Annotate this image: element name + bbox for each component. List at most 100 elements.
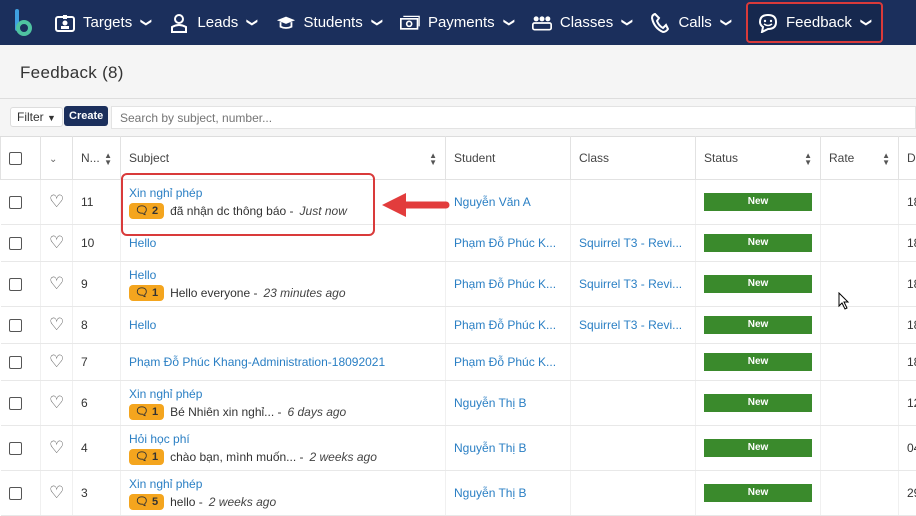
sort-icon: ▲▼ xyxy=(882,152,890,166)
row-checkbox[interactable] xyxy=(9,397,22,410)
col-class[interactable]: Class xyxy=(571,137,696,180)
nav-item-targets[interactable]: Targets❯ xyxy=(46,0,160,45)
table-row[interactable]: ♡9Hello🗨1Hello everyone -23 minutes agoP… xyxy=(1,262,916,307)
chevron-down-icon: ▼ xyxy=(47,113,56,123)
row-select-cell xyxy=(1,426,41,471)
row-select-cell xyxy=(1,307,41,344)
row-checkbox[interactable] xyxy=(9,237,22,250)
table-row[interactable]: ♡7Phạm Đỗ Phúc Khang-Administration-1809… xyxy=(1,344,916,381)
row-checkbox[interactable] xyxy=(9,487,22,500)
student-link[interactable]: Nguyễn Thị B xyxy=(454,486,562,500)
status-badge: New xyxy=(704,234,812,252)
nav-item-label: Calls xyxy=(678,14,711,31)
search-input[interactable] xyxy=(111,106,916,129)
nav-item-payments[interactable]: Payments❯ xyxy=(391,0,523,45)
class-link[interactable]: Squirrel T3 - Revi... xyxy=(579,318,687,332)
favorite-cell: ♡ xyxy=(41,381,73,426)
select-all-checkbox[interactable] xyxy=(9,152,22,165)
status-badge: New xyxy=(704,353,812,371)
subject-link[interactable]: Hello xyxy=(129,318,445,333)
date-cell: 18 xyxy=(899,344,916,381)
student-link[interactable]: Phạm Đỗ Phúc K... xyxy=(454,318,562,332)
chevron-down-icon: ❯ xyxy=(503,18,516,27)
col-status[interactable]: Status▲▼ xyxy=(696,137,821,180)
student-link[interactable]: Phạm Đỗ Phúc K... xyxy=(454,236,562,250)
last-message-time: Just now xyxy=(300,204,347,218)
bulk-menu-cell[interactable]: ⌄ xyxy=(41,137,73,180)
col-number[interactable]: N...▲▼ xyxy=(73,137,121,180)
date-cell: 18 xyxy=(899,262,916,307)
col-date[interactable]: Da xyxy=(899,137,916,180)
nav-item-feedback[interactable]: Feedback❯ xyxy=(746,2,883,43)
nav-item-leads[interactable]: Leads❯ xyxy=(160,0,266,45)
row-checkbox[interactable] xyxy=(9,356,22,369)
student-link[interactable]: Phạm Đỗ Phúc K... xyxy=(454,277,562,291)
date-cell: 12 xyxy=(899,381,916,426)
nav-item-calls[interactable]: Calls❯ xyxy=(641,0,740,45)
subject-link[interactable]: Hello xyxy=(129,236,445,251)
student-link[interactable]: Nguyễn Thị B xyxy=(454,441,562,455)
table-row[interactable]: ♡10HelloPhạm Đỗ Phúc K...Squirrel T3 - R… xyxy=(1,225,916,262)
heart-icon[interactable]: ♡ xyxy=(49,483,64,502)
last-message-time: 23 minutes ago xyxy=(263,286,345,300)
filter-label: Filter xyxy=(17,110,44,124)
comment-icon: 🗨 xyxy=(135,286,149,299)
table-row[interactable]: ♡3Xin nghỉ phép🗨5hello -2 weeks agoNguyễ… xyxy=(1,471,916,516)
table-row[interactable]: ♡6Xin nghỉ phép🗨1Bé Nhiên xin nghỉ... -6… xyxy=(1,381,916,426)
row-checkbox[interactable] xyxy=(9,196,22,209)
class-cell xyxy=(571,426,696,471)
heart-icon[interactable]: ♡ xyxy=(49,438,64,457)
rate-cell xyxy=(821,225,899,262)
subject-cell: Xin nghỉ phép🗨5hello -2 weeks ago xyxy=(121,471,446,516)
row-select-cell xyxy=(1,180,41,225)
student-cell: Nguyễn Thị B xyxy=(446,471,571,516)
subject-link[interactable]: Hỏi học phí xyxy=(129,432,445,447)
comment-count-badge: 🗨1 xyxy=(129,285,164,301)
table-row[interactable]: ♡ 8 Hello Phạm Đỗ Phúc K... Squirrel T3 - Re… xyxy=(1,307,916,344)
create-button[interactable]: Create xyxy=(64,106,108,126)
rate-cell xyxy=(821,471,899,516)
row-checkbox[interactable] xyxy=(9,442,22,455)
nav-item-classes[interactable]: Classes❯ xyxy=(523,0,642,45)
filter-button[interactable]: Filter ▼ xyxy=(10,107,63,127)
heart-icon[interactable]: ♡ xyxy=(49,352,64,371)
subject-link[interactable]: Phạm Đỗ Phúc Khang-Administration-180920… xyxy=(129,355,445,370)
col-rate[interactable]: Rate▲▼ xyxy=(821,137,899,180)
class-link[interactable]: Squirrel T3 - Revi... xyxy=(579,236,687,250)
table-row[interactable]: ♡4Hỏi học phí🗨1chào bạn, mình muốn... -2… xyxy=(1,426,916,471)
nav-item-students[interactable]: Students❯ xyxy=(267,0,391,45)
table-row[interactable]: ♡11Xin nghỉ phép🗨2đã nhận dc thông báo -… xyxy=(1,180,916,225)
row-checkbox[interactable] xyxy=(9,319,22,332)
class-cell xyxy=(571,180,696,225)
class-link[interactable]: Squirrel T3 - Revi... xyxy=(579,277,687,291)
col-student[interactable]: Student xyxy=(446,137,571,180)
mouse-cursor-icon xyxy=(838,292,850,310)
row-number: 8 xyxy=(73,307,121,344)
heart-icon[interactable]: ♡ xyxy=(49,315,64,334)
subject-link[interactable]: Hello xyxy=(129,268,445,283)
comment-count: 1 xyxy=(152,451,158,463)
comment-count-badge: 🗨5 xyxy=(129,494,164,510)
top-navigation: Targets❯Leads❯Students❯Payments❯Classes❯… xyxy=(0,0,916,45)
col-subject[interactable]: Subject▲▼ xyxy=(121,137,446,180)
nav-item-label: Students xyxy=(304,14,363,31)
student-link[interactable]: Nguyễn Văn A xyxy=(454,195,562,209)
app-logo[interactable] xyxy=(0,0,46,45)
chevron-down-icon: ❯ xyxy=(860,18,873,27)
subject-cell: Hello xyxy=(121,225,446,262)
status-cell: New xyxy=(696,344,821,381)
comment-count: 2 xyxy=(152,205,158,217)
subject-link[interactable]: Xin nghỉ phép xyxy=(129,477,445,492)
heart-icon[interactable]: ♡ xyxy=(49,274,64,293)
student-link[interactable]: Nguyễn Thị B xyxy=(454,396,562,410)
heart-icon[interactable]: ♡ xyxy=(49,393,64,412)
row-checkbox[interactable] xyxy=(9,278,22,291)
subject-cell: Hello xyxy=(121,307,446,344)
status-cell: New xyxy=(696,381,821,426)
student-link[interactable]: Phạm Đỗ Phúc K... xyxy=(454,355,562,369)
heart-icon[interactable]: ♡ xyxy=(49,233,64,252)
chevron-down-icon: ❯ xyxy=(140,18,153,27)
favorite-cell: ♡ xyxy=(41,262,73,307)
subject-link[interactable]: Xin nghỉ phép xyxy=(129,387,445,402)
heart-icon[interactable]: ♡ xyxy=(49,192,64,211)
